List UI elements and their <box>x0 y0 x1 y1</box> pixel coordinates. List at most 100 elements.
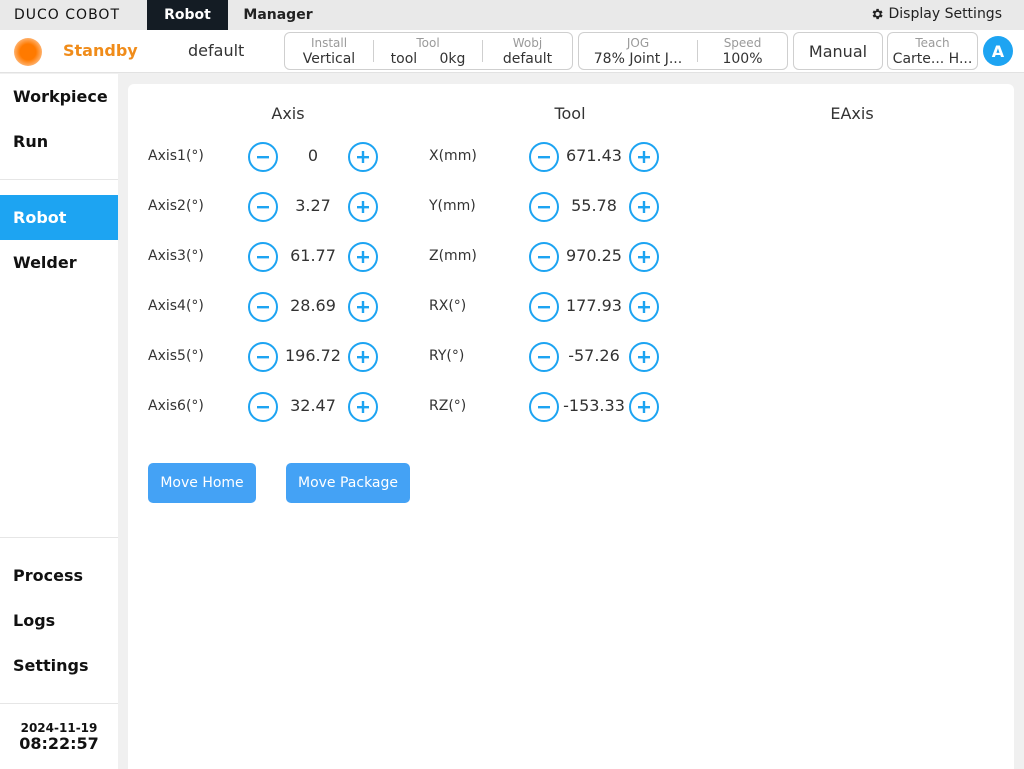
minus-icon <box>538 256 550 259</box>
minus-icon <box>538 206 550 209</box>
manual-mode-button[interactable]: Manual <box>793 32 883 70</box>
axis-increment-button[interactable] <box>348 342 378 372</box>
axis-decrement-button[interactable] <box>248 342 278 372</box>
axis-value: 61.77 <box>290 246 336 265</box>
axis-increment-button[interactable] <box>348 242 378 272</box>
tool-label: RZ(°) <box>429 398 467 414</box>
sidebar-divider <box>0 703 118 704</box>
user-avatar[interactable]: A <box>983 36 1013 66</box>
axis-label: Axis2(°) <box>148 198 204 214</box>
tool-decrement-button[interactable] <box>529 342 559 372</box>
tool-value: 55.78 <box>571 196 617 215</box>
tool-increment-button[interactable] <box>629 292 659 322</box>
axis-label: Axis1(°) <box>148 148 204 164</box>
display-settings-button[interactable]: Display Settings <box>870 6 1002 22</box>
wobj-value: default <box>502 51 553 67</box>
axis-increment-button[interactable] <box>348 292 378 322</box>
teach-group[interactable]: Teach Carte... H... <box>887 32 978 70</box>
logo-text: DUCO COBOT <box>14 7 120 23</box>
minus-icon <box>538 406 550 409</box>
minus-icon <box>538 306 550 309</box>
tab-robot[interactable]: Robot <box>147 0 228 30</box>
sidebar-item-robot[interactable]: Robot <box>0 195 118 240</box>
plus-icon <box>357 401 369 413</box>
jog-label: JOG <box>626 36 650 50</box>
minus-icon <box>257 406 269 409</box>
speed-cell: Speed 100% <box>698 33 787 69</box>
teach-value: Carte... H... <box>892 51 973 67</box>
axis-value: 32.47 <box>290 396 336 415</box>
tab-manager[interactable]: Manager <box>228 0 328 30</box>
tool-decrement-button[interactable] <box>529 242 559 272</box>
tool-increment-button[interactable] <box>629 392 659 422</box>
axis-value: 3.27 <box>295 196 331 215</box>
tool-value: -153.33 <box>563 396 625 415</box>
tool-decrement-button[interactable] <box>529 392 559 422</box>
tool-label: Y(mm) <box>429 198 476 214</box>
robot-state: Standby <box>63 41 138 60</box>
tool-value: 970.25 <box>566 246 622 265</box>
sidebar: Workpiece Run Robot Welder Process Logs … <box>0 74 118 769</box>
axis-decrement-button[interactable] <box>248 242 278 272</box>
install-tool-wobj-group[interactable]: Install Vertical Tool tool 0kg Wobj defa… <box>284 32 573 70</box>
tool-decrement-button[interactable] <box>529 142 559 172</box>
plus-icon <box>638 401 650 413</box>
tool-label: Tool <box>416 36 440 50</box>
tool-increment-button[interactable] <box>629 142 659 172</box>
plus-icon <box>638 251 650 263</box>
wobj-label: Wobj <box>512 36 543 50</box>
tool-increment-button[interactable] <box>629 342 659 372</box>
tool-increment-button[interactable] <box>629 242 659 272</box>
axis-decrement-button[interactable] <box>248 192 278 222</box>
profile-name: default <box>188 41 245 60</box>
tool-label: X(mm) <box>429 148 477 164</box>
axis-increment-button[interactable] <box>348 192 378 222</box>
tool-label: RX(°) <box>429 298 467 314</box>
tool-increment-button[interactable] <box>629 192 659 222</box>
axis-increment-button[interactable] <box>348 392 378 422</box>
tool-decrement-button[interactable] <box>529 192 559 222</box>
move-package-button[interactable]: Move Package <box>286 463 410 503</box>
teach-label: Teach <box>915 36 950 50</box>
wobj-cell: Wobj default <box>483 33 572 69</box>
sidebar-item-logs[interactable]: Logs <box>0 598 118 643</box>
tool-label: Z(mm) <box>429 248 477 264</box>
sidebar-divider <box>0 179 118 180</box>
jog-speed-group[interactable]: JOG 78% Joint J... Speed 100% <box>578 32 788 70</box>
plus-icon <box>638 151 650 163</box>
status-bar: Standby default Install Vertical Tool to… <box>0 30 1024 73</box>
tool-label: RY(°) <box>429 348 465 364</box>
plus-icon <box>638 351 650 363</box>
sidebar-item-workpiece[interactable]: Workpiece <box>0 74 118 119</box>
axis-decrement-button[interactable] <box>248 292 278 322</box>
tool-payload: 0kg <box>439 51 466 67</box>
jog-value: 78% Joint J... <box>593 51 683 67</box>
plus-icon <box>638 201 650 213</box>
axis-increment-button[interactable] <box>348 142 378 172</box>
duco-cobot-logo: DUCO COBOT <box>14 4 120 26</box>
current-time: 08:22:57 <box>19 734 99 753</box>
sidebar-item-process[interactable]: Process <box>0 553 118 598</box>
install-label: Install <box>310 36 348 50</box>
sidebar-item-settings[interactable]: Settings <box>0 643 118 688</box>
eaxis-column-header: EAxis <box>830 104 874 123</box>
sidebar-item-run[interactable]: Run <box>0 119 118 164</box>
tool-decrement-button[interactable] <box>529 292 559 322</box>
minus-icon <box>257 306 269 309</box>
sidebar-item-welder[interactable]: Welder <box>0 240 118 285</box>
axis-label: Axis5(°) <box>148 348 204 364</box>
axis-label: Axis3(°) <box>148 248 204 264</box>
minus-icon <box>538 356 550 359</box>
minus-icon <box>538 156 550 159</box>
plus-icon <box>357 201 369 213</box>
minus-icon <box>257 256 269 259</box>
axis-decrement-button[interactable] <box>248 142 278 172</box>
sidebar-divider <box>0 537 118 538</box>
move-home-button[interactable]: Move Home <box>148 463 256 503</box>
tool-value: 177.93 <box>566 296 622 315</box>
tool-column-header: Tool <box>554 104 586 123</box>
axis-decrement-button[interactable] <box>248 392 278 422</box>
axis-column-header: Axis <box>271 104 305 123</box>
plus-icon <box>638 301 650 313</box>
current-date: 2024-11-19 <box>20 721 98 735</box>
